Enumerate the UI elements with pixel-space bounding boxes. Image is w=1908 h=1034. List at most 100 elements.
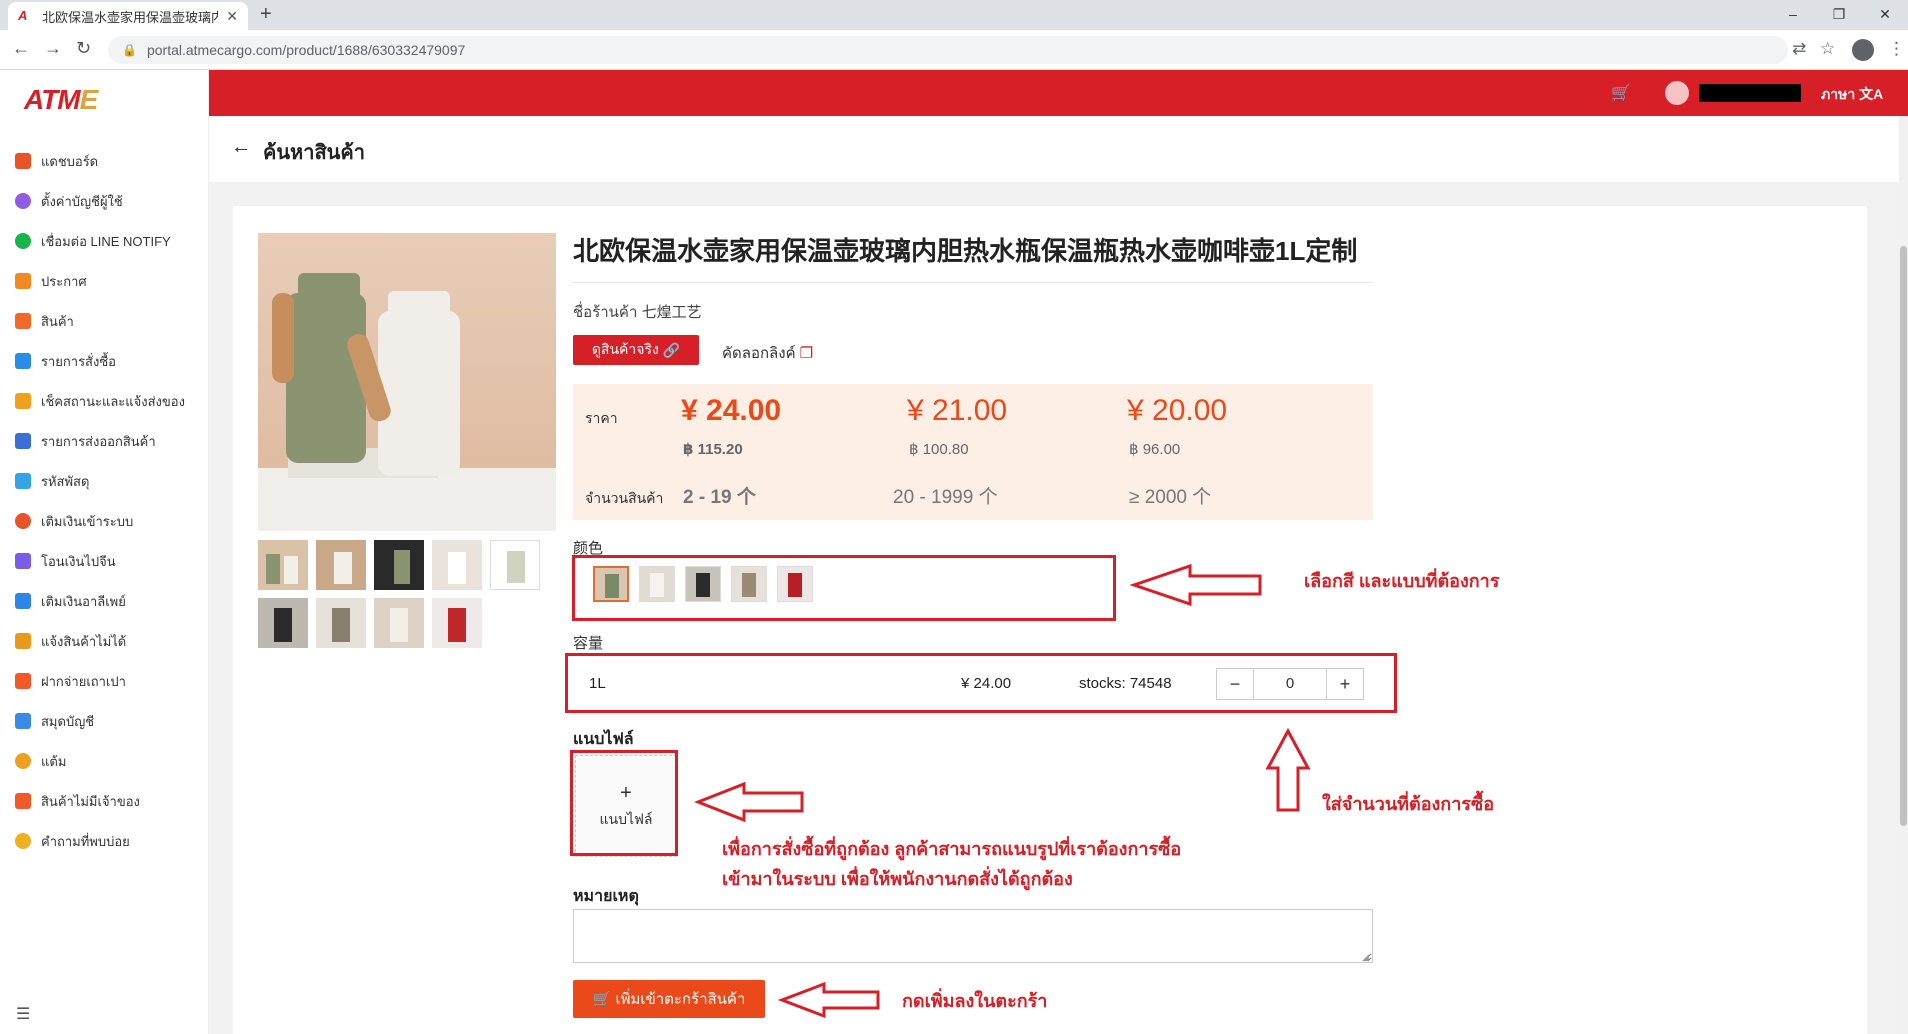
new-tab-icon[interactable]: + (260, 3, 272, 26)
cart-icon[interactable]: 🛒 (1611, 83, 1631, 103)
minimize-icon[interactable]: – (1770, 0, 1816, 30)
language-switcher[interactable]: ภาษา 文A (1821, 84, 1883, 106)
title-divider (573, 282, 1373, 283)
scrollbar-thumb[interactable] (1900, 246, 1907, 826)
highlight-upload-box (570, 750, 678, 856)
alipay-icon (15, 593, 31, 609)
username-redacted (1699, 84, 1801, 102)
tier-1-qty: 2 - 19 个 (683, 487, 756, 508)
sidebar-item-transfer-china[interactable]: โอนเงินไปจีน (0, 541, 209, 581)
question-icon (15, 833, 31, 849)
sidebar-menu: แดชบอร์ด ตั้งค่าบัญชีผู้ใช้ เชื่อมต่อ LI… (0, 141, 209, 861)
restore-icon[interactable]: ❐ (1816, 0, 1862, 30)
dashboard-icon (15, 153, 31, 169)
annotation-color-hint: เลือกสี และแบบที่ต้องการ (1304, 571, 1500, 591)
back-arrow-icon[interactable]: ← (231, 136, 251, 159)
page-scrollbar[interactable] (1899, 116, 1908, 1034)
cart-button-icon: 🛒 (592, 991, 612, 1008)
resize-handle-icon[interactable]: ◢ (1362, 952, 1369, 963)
view-original-button[interactable]: ดูสินค้าจริง 🔗 (573, 335, 699, 365)
close-tab-icon[interactable]: ✕ (226, 8, 238, 25)
yuan-icon (15, 553, 31, 569)
sidebar-item-dashboard[interactable]: แดชบอร์ด (0, 141, 209, 181)
reload-icon[interactable]: ↻ (76, 38, 91, 59)
annotation-arrow-up-icon (1265, 728, 1311, 812)
browser-tab[interactable]: A 北欧保温水壶家用保温壶玻璃内胆 ✕ (8, 2, 248, 30)
sidebar: ATME แดชบอร์ด ตั้งค่าบัญชีผู้ใช้ เชื่อมต… (0, 70, 209, 1034)
wallet-icon (15, 713, 31, 729)
highlight-sku-box (565, 653, 1397, 713)
url-field[interactable]: 🔒 portal.atmecargo.com/product/1688/6303… (108, 36, 1788, 64)
sidebar-item-faq[interactable]: คำถามที่พบบ่อย (0, 821, 209, 861)
product-thumbnail[interactable] (374, 598, 424, 648)
price-label: ราคา (585, 410, 618, 426)
tier-1-price: ¥ 24.00 (681, 394, 782, 427)
sidebar-item-orders[interactable]: รายการสั่งซื้อ (0, 341, 209, 381)
annotation-file-hint-2: เข้ามาในระบบ เพื่อให้พนักงานกดสั่งได้ถูก… (722, 869, 1073, 889)
sidebar-item-points[interactable]: แต้ม (0, 741, 209, 781)
shop-label: ชื่อร้านค้า (573, 304, 638, 321)
avatar[interactable] (1665, 81, 1689, 105)
copy-link-button[interactable]: คัดลอกลิงค์ ❐ (722, 341, 813, 365)
product-main-image[interactable] (258, 233, 556, 531)
product-thumbnail[interactable] (258, 540, 308, 590)
box-icon (15, 473, 31, 489)
cart-list-icon (15, 433, 31, 449)
site-favicon-icon: A (18, 8, 28, 23)
product-thumbnail[interactable] (374, 540, 424, 590)
annotation-cart-hint: กดเพิ่มลงในตะกร้า (902, 991, 1048, 1011)
megaphone-icon (15, 273, 31, 289)
tier-3-thb: ฿ 96.00 (1129, 441, 1181, 458)
sidebar-item-products[interactable]: สินค้า (0, 301, 209, 341)
report-icon (15, 633, 31, 649)
forward-nav-icon[interactable]: → (44, 38, 62, 59)
product-thumbnail[interactable] (316, 598, 366, 648)
sidebar-item-alipay-topup[interactable]: เติมเงินอาลีเพย์ (0, 581, 209, 621)
taobao-icon (15, 673, 31, 689)
sidebar-item-topup[interactable]: เติมเงินเข้าระบบ (0, 501, 209, 541)
annotation-file-hint-1: เพื่อการสั่งซื้อที่ถูกต้อง ลูกค้าสามารถแ… (722, 839, 1182, 859)
product-thumbnail[interactable] (432, 540, 482, 590)
product-thumbnail[interactable] (258, 598, 308, 648)
search-box-icon (15, 793, 31, 809)
product-thumbnail[interactable] (490, 540, 540, 590)
profile-icon[interactable] (1852, 39, 1874, 61)
tier-2-thb: ฿ 100.80 (909, 441, 969, 458)
sidebar-item-exports[interactable]: รายการส่งออกสินค้า (0, 421, 209, 461)
back-nav-icon[interactable]: ← (12, 38, 30, 59)
sidebar-item-missing-goods[interactable]: แจ้งสินค้าไม่ได้ (0, 621, 209, 661)
price-table: ราคา จำนวนสินค้า ¥ 24.00 ฿ 115.20 2 - 19… (573, 384, 1373, 520)
atme-logo[interactable]: ATME (24, 84, 98, 116)
tier-3-qty: ≥ 2000 个 (1129, 487, 1212, 508)
coin-icon (15, 753, 31, 769)
bookmark-star-icon[interactable]: ☆ (1820, 39, 1835, 59)
page-title: ค้นหาสินค้า (263, 142, 365, 164)
address-bar-row: ← → ↻ 🔒 portal.atmecargo.com/product/168… (0, 30, 1908, 70)
quantity-label: จำนวนสินค้า (585, 490, 664, 506)
sidebar-item-unclaimed[interactable]: สินค้าไม่มีเจ้าของ (0, 781, 209, 821)
collapse-sidebar-icon[interactable]: ☰ (16, 1004, 30, 1024)
sidebar-item-taobao-pay[interactable]: ฝากจ่ายเถาเปา (0, 661, 209, 701)
attachment-label: แนบไฟล์ (573, 731, 634, 748)
translate-icon[interactable]: ⇄ (1792, 39, 1806, 59)
sidebar-item-passbook[interactable]: สมุดบัญชี (0, 701, 209, 741)
add-to-cart-button[interactable]: 🛒 เพิ่มเข้าตะกร้าสินค้า (573, 980, 765, 1018)
note-textarea[interactable] (573, 909, 1373, 963)
truck-icon (15, 393, 31, 409)
sidebar-item-shipping-status[interactable]: เช็คสถานะและแจ้งส่งของ (0, 381, 209, 421)
line-icon (15, 233, 31, 249)
url-text: portal.atmecargo.com/product/1688/630332… (146, 42, 466, 58)
capacity-label: 容量 (573, 635, 604, 652)
highlight-color-box (572, 555, 1116, 621)
browser-menu-icon[interactable]: ⋮ (1888, 39, 1905, 59)
sidebar-item-announcement[interactable]: ประกาศ (0, 261, 209, 301)
sidebar-item-line-notify[interactable]: เชื่อมต่อ LINE NOTIFY (0, 221, 209, 261)
sidebar-item-account-settings[interactable]: ตั้งค่าบัญชีผู้ใช้ (0, 181, 209, 221)
product-thumbnail[interactable] (316, 540, 366, 590)
close-window-icon[interactable]: ✕ (1862, 0, 1908, 30)
window-controls: – ❐ ✕ (1770, 0, 1908, 30)
product-thumbnail[interactable] (432, 598, 482, 648)
sidebar-item-tracking-code[interactable]: รหัสพัสดุ (0, 461, 209, 501)
piggy-bank-icon (15, 513, 31, 529)
annotation-qty-hint: ใส่จำนวนที่ต้องการซื้อ (1322, 794, 1495, 814)
